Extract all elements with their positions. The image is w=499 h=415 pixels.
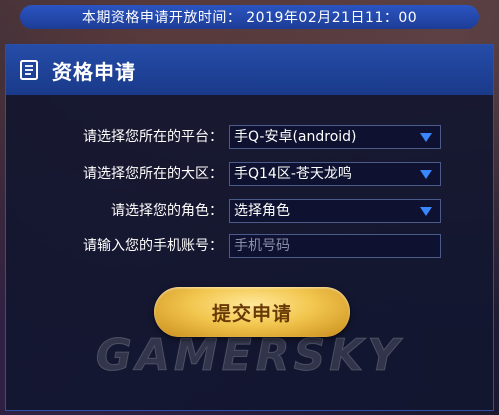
application-panel: 资格申请 请选择您所在的平台： 手Q-安卓(android) 请选择您所在的大区… bbox=[5, 44, 494, 411]
region-row: 请选择您所在的大区： 手Q14区-苍天龙鸣 bbox=[6, 162, 495, 186]
platform-label: 请选择您所在的平台： bbox=[83, 129, 223, 145]
phone-label: 请输入您的手机账号： bbox=[83, 238, 223, 254]
dropdown-arrow-icon[interactable] bbox=[420, 170, 432, 179]
platform-row: 请选择您所在的平台： 手Q-安卓(android) bbox=[6, 125, 495, 149]
region-label: 请选择您所在的大区： bbox=[83, 166, 223, 182]
role-selected-value: 选择角色 bbox=[234, 203, 290, 219]
platform-select[interactable]: 手Q-安卓(android) bbox=[229, 125, 441, 149]
open-time-text: 本期资格申请开放时间： 2019年02月21日11：00 bbox=[81, 10, 418, 26]
region-selected-value: 手Q14区-苍天龙鸣 bbox=[234, 166, 352, 182]
dropdown-arrow-icon[interactable] bbox=[420, 207, 432, 216]
open-time-banner: 本期资格申请开放时间： 2019年02月21日11：00 bbox=[20, 5, 479, 29]
phone-row: 请输入您的手机账号： bbox=[6, 234, 495, 258]
region-select[interactable]: 手Q14区-苍天龙鸣 bbox=[229, 162, 441, 186]
role-row: 请选择您的角色： 选择角色 bbox=[6, 199, 495, 223]
role-label: 请选择您的角色： bbox=[111, 203, 223, 219]
platform-selected-value: 手Q-安卓(android) bbox=[234, 129, 357, 145]
watermark: GAMERSKY bbox=[95, 330, 404, 382]
role-select[interactable]: 选择角色 bbox=[229, 199, 441, 223]
panel-title: 资格申请 bbox=[52, 59, 136, 84]
panel-header: 资格申请 bbox=[6, 45, 493, 95]
submit-application-button[interactable]: 提交申请 bbox=[154, 287, 350, 337]
phone-input[interactable] bbox=[229, 234, 441, 258]
dropdown-arrow-icon[interactable] bbox=[420, 133, 432, 142]
document-icon bbox=[18, 59, 40, 81]
